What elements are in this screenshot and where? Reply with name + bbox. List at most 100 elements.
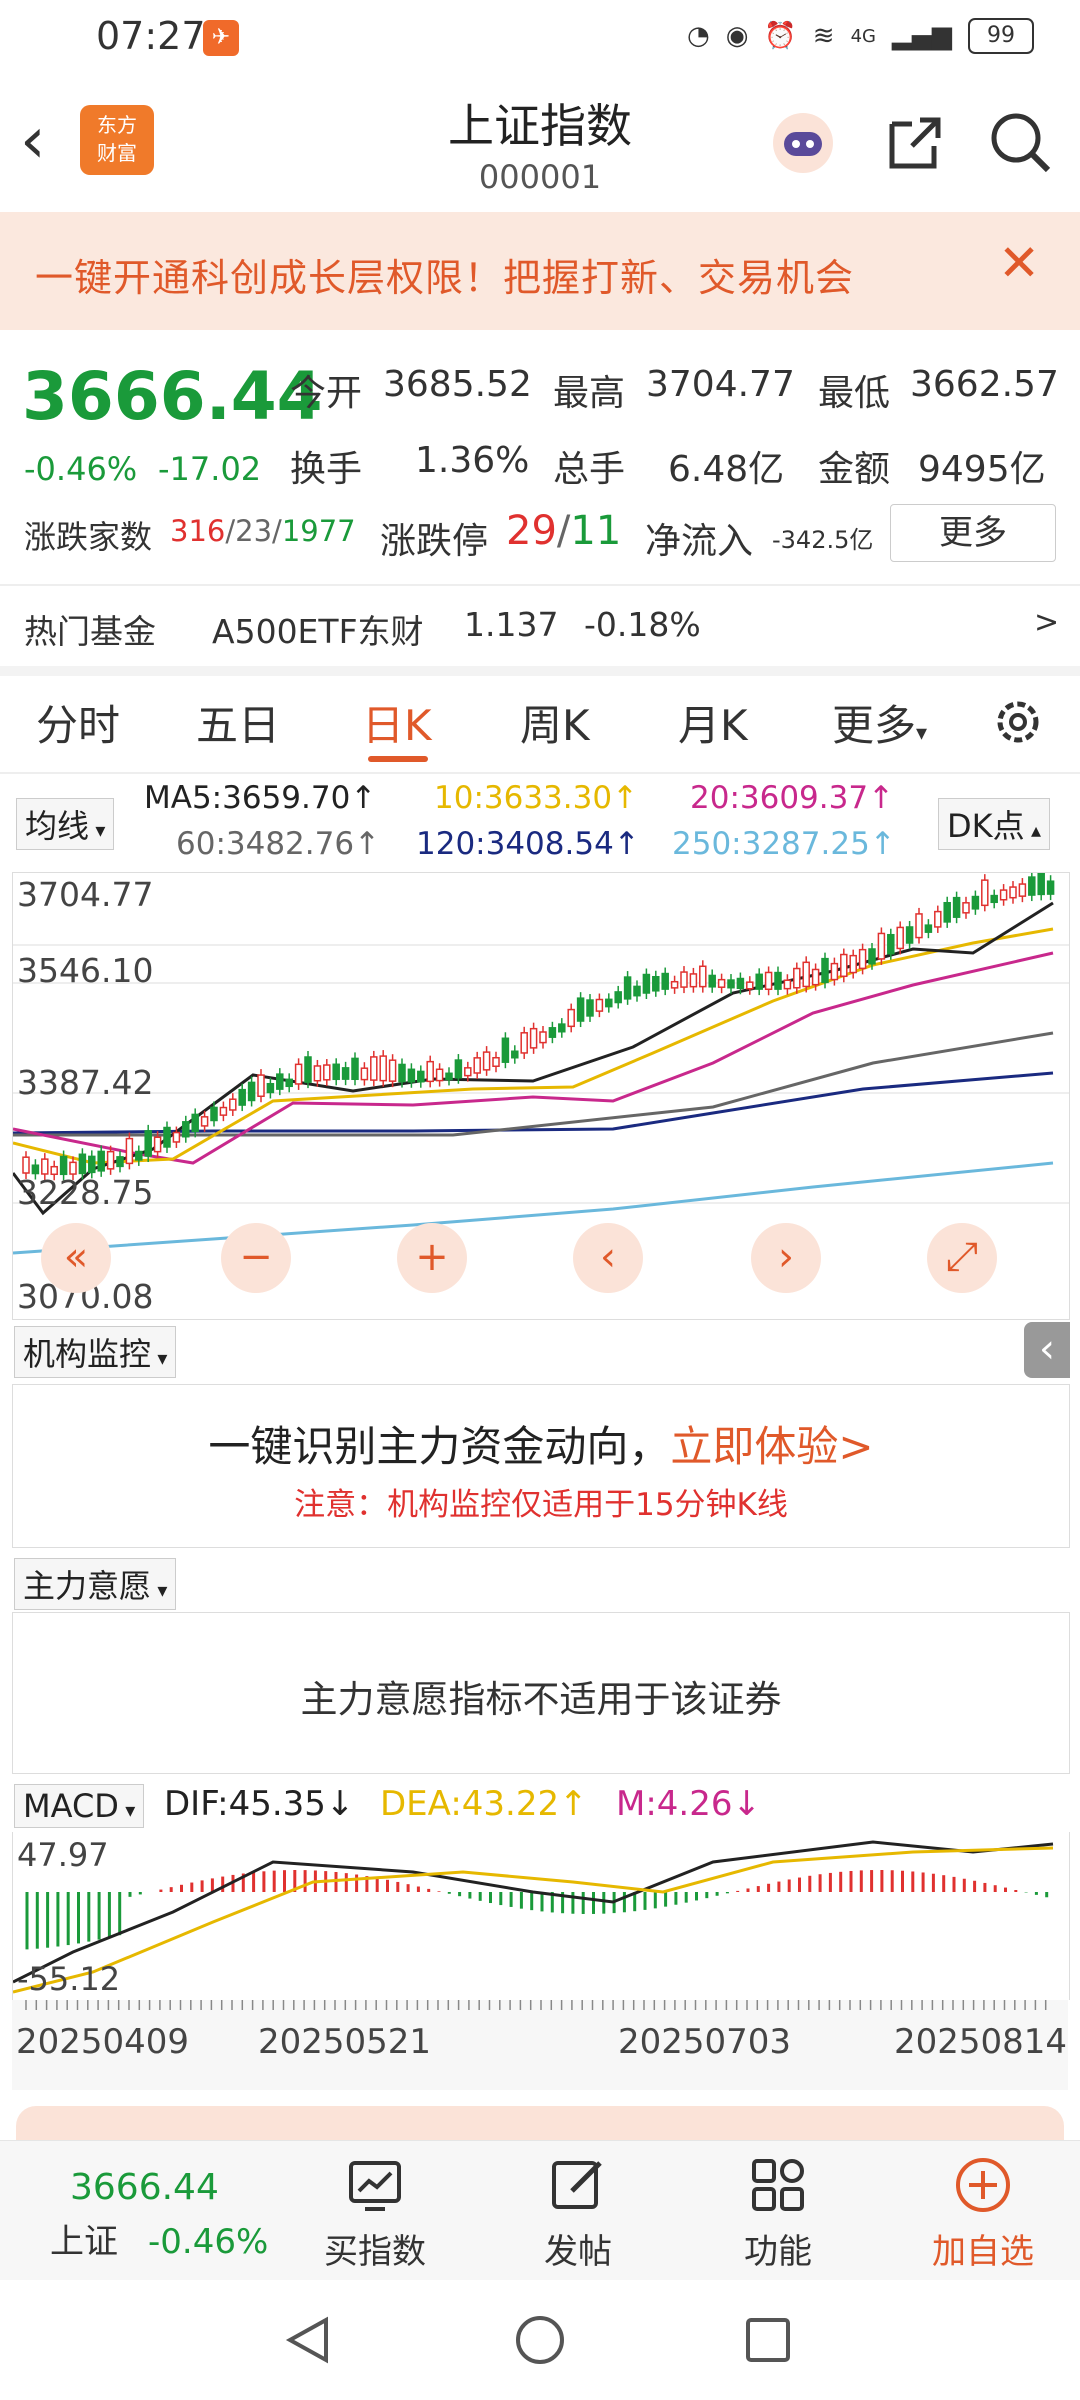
kline-chart[interactable]: 3704.77 3546.10 3387.42 3228.75 3070.08 … xyxy=(12,872,1070,1320)
hot-fund-row[interactable]: 热门基金 A500ETF东财 1.137 -0.18% > xyxy=(0,585,1080,665)
candle-body xyxy=(135,1150,143,1161)
candle-body xyxy=(1018,883,1027,897)
tab-weekly-k[interactable]: 周K xyxy=(520,692,590,753)
candle-body xyxy=(868,948,876,965)
post-button[interactable]: 发帖 xyxy=(518,2141,638,2273)
volume-value: 6.48亿 xyxy=(668,449,785,490)
zoom-in-icon[interactable]: + xyxy=(397,1223,467,1293)
assistant-avatar-icon[interactable] xyxy=(770,110,836,176)
period-tabs: 分时 五日 日K 周K 月K 更多▾ xyxy=(0,680,1080,770)
macd-svg xyxy=(13,1840,1054,1994)
kline-axis-top: 3704.77 xyxy=(17,875,154,914)
plus-circle-icon xyxy=(956,2158,1010,2212)
candle-body xyxy=(106,1150,115,1170)
ma120-value: 120:3408.54↑ xyxy=(416,826,640,862)
index-quote-nav[interactable]: 3666.44 上证 -0.46% xyxy=(50,2167,270,2263)
candle-body xyxy=(520,1032,528,1054)
macd-m: M:4.26↓ xyxy=(616,1784,761,1824)
candle-body xyxy=(558,1023,566,1033)
volume-label: 总手 xyxy=(553,449,626,490)
macd-axis-bottom: -55.12 xyxy=(17,1960,121,1998)
open-label: 今开 xyxy=(290,373,363,414)
ma250-value: 250:3287.25↑ xyxy=(672,826,896,862)
candle-body xyxy=(699,965,707,988)
inst-monitor-card[interactable]: 一键识别主力资金动向，立即体验> 注意：机构监控仅适用于15分钟K线 xyxy=(12,1384,1070,1548)
chevron-right-icon[interactable]: > xyxy=(1034,605,1059,640)
limit-label: 涨跌停 xyxy=(380,521,489,562)
dk-point-selector[interactable]: DK点 ▴ xyxy=(938,798,1051,850)
candle-body xyxy=(97,1150,105,1172)
nav-home-icon[interactable] xyxy=(514,2314,566,2366)
candle-body xyxy=(482,1051,491,1071)
fullscreen-icon[interactable]: ⤢ xyxy=(927,1223,997,1293)
add-watchlist-button[interactable]: 加自选 xyxy=(918,2141,1048,2273)
candle-body xyxy=(219,1106,228,1116)
candle-body xyxy=(1037,873,1045,896)
functions-button[interactable]: 功能 xyxy=(718,2141,838,2273)
intent-selector[interactable]: 主力意愿 ▾ xyxy=(14,1558,177,1610)
buy-index-button[interactable]: 买指数 xyxy=(315,2141,435,2273)
candle-body xyxy=(445,1072,453,1081)
divider xyxy=(0,666,1080,676)
candle-body xyxy=(351,1057,359,1081)
candle-body xyxy=(435,1068,444,1082)
candle-body xyxy=(727,979,735,989)
candle-body xyxy=(1009,886,1017,899)
candle-body xyxy=(962,902,970,914)
close-icon[interactable]: ✕ xyxy=(998,234,1040,292)
candle-body xyxy=(887,933,895,955)
candle-body xyxy=(755,973,763,990)
scroll-left-icon[interactable]: ‹ xyxy=(573,1223,643,1293)
candle-body xyxy=(529,1027,538,1049)
nav-back-icon[interactable] xyxy=(282,2314,334,2366)
fund-change: -0.18% xyxy=(584,605,701,644)
gear-icon[interactable] xyxy=(990,694,1046,750)
side-panel-toggle-icon[interactable]: ‹ xyxy=(1024,1322,1070,1378)
promo-banner[interactable]: 一键开通科创成长层权限！把握打新、交易机会 ✕ xyxy=(0,212,1080,330)
share-icon[interactable] xyxy=(882,110,948,176)
scroll-left-far-icon[interactable]: « xyxy=(41,1223,111,1293)
grid-icon xyxy=(752,2159,804,2211)
candle-body xyxy=(398,1063,406,1083)
candle-body xyxy=(116,1156,124,1168)
macd-dif-line xyxy=(13,1840,1054,1984)
tab-intraday[interactable]: 分时 xyxy=(36,692,120,753)
candle-body xyxy=(858,948,867,970)
macd-selector[interactable]: MACD ▾ xyxy=(14,1784,145,1828)
date-label-2: 20250521 xyxy=(258,2022,432,2062)
date-label-3: 20250703 xyxy=(618,2022,792,2062)
ma-selector[interactable]: 均线 ▾ xyxy=(16,798,115,850)
candle-body xyxy=(125,1137,134,1165)
candle-body xyxy=(548,1027,557,1038)
status-icons: ◔ ◉ ⏰ ≋ 4G ▂▄▆ 99 xyxy=(687,18,1034,54)
candle-body xyxy=(586,999,594,1017)
tab-more[interactable]: 更多▾ xyxy=(832,692,927,753)
candle-body xyxy=(276,1073,284,1090)
candle-body xyxy=(454,1059,463,1079)
tab-five-day[interactable]: 五日 xyxy=(196,692,280,753)
inst-monitor-selector[interactable]: 机构监控 ▾ xyxy=(14,1326,177,1378)
candle-body xyxy=(736,977,745,990)
ma250-line xyxy=(13,1161,1054,1255)
candle-body xyxy=(840,953,848,978)
status-bar: 07:27 ✈ ◔ ◉ ⏰ ≋ 4G ▂▄▆ 99 xyxy=(0,0,1080,80)
candle-body xyxy=(285,1078,293,1088)
try-now-link[interactable]: 立即体验> xyxy=(670,1422,873,1471)
scroll-right-icon[interactable]: › xyxy=(751,1223,821,1293)
zoom-out-icon[interactable]: − xyxy=(221,1223,291,1293)
candle-body xyxy=(746,981,754,990)
candle-body xyxy=(172,1131,181,1143)
ma20-value: 20:3609.37↑ xyxy=(690,780,895,816)
tab-monthly-k[interactable]: 月K xyxy=(678,692,748,753)
tab-daily-k[interactable]: 日K xyxy=(362,692,432,753)
candle-body xyxy=(294,1063,303,1085)
active-tab-indicator xyxy=(368,756,428,762)
nav-recents-icon[interactable] xyxy=(744,2316,792,2364)
macd-chart[interactable]: 47.97 -55.12 xyxy=(12,1832,1070,2000)
search-icon[interactable] xyxy=(988,110,1054,176)
candle-body xyxy=(952,896,961,918)
more-button[interactable]: 更多 xyxy=(890,504,1056,562)
macd-axis-top: 47.97 xyxy=(17,1836,109,1874)
candle-body xyxy=(417,1070,425,1083)
turnover-value: 1.36% xyxy=(415,440,530,481)
